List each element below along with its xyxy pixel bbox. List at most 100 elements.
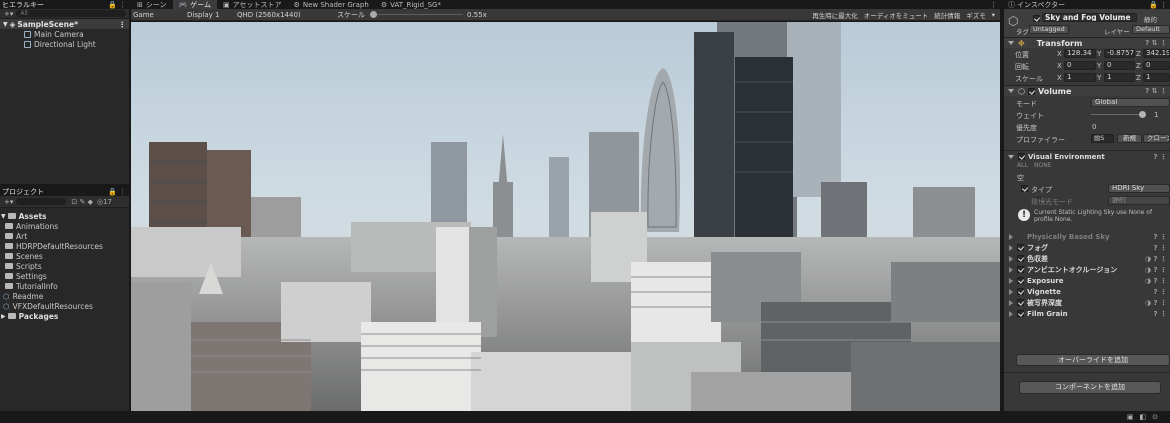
override-menu-icon[interactable]: ◑ ? ⋮ — [1145, 299, 1170, 307]
add-icon[interactable]: +▾ — [4, 198, 13, 206]
volume-enabled-checkbox[interactable] — [1027, 87, 1035, 95]
add-component-button[interactable]: コンポーネントを追加 — [1019, 381, 1161, 394]
profile-field[interactable]: ▤S — [1091, 134, 1114, 143]
tab-vat-rigid-sg[interactable]: ⚙ VAT_Rigid_SG* — [375, 0, 447, 9]
mode-dropdown[interactable]: Global — [1091, 98, 1170, 107]
panel-menu-icon[interactable]: 🔒 ⋮ — [108, 1, 129, 9]
folder-art[interactable]: Art — [0, 231, 129, 241]
game-view[interactable] — [131, 22, 1004, 411]
folder-tutorial-info[interactable]: TutorialInfo — [0, 281, 129, 291]
maximize-on-play-toggle[interactable]: 再生時に最大化 — [809, 10, 861, 20]
add-override-button[interactable]: オーバーライドを追加 — [1016, 354, 1170, 366]
folder-scripts[interactable]: Scripts — [0, 261, 129, 271]
chevron-down-icon[interactable]: ▾ — [989, 11, 998, 19]
override-checkbox[interactable] — [1017, 310, 1024, 317]
rotation-y-field[interactable]: 0 — [1104, 61, 1135, 70]
chevron-down-icon[interactable]: ▼ — [3, 21, 8, 28]
project-tab[interactable]: プロジェクト 🔒 ⋮ — [0, 187, 129, 196]
scale-z-field[interactable]: 1 — [1143, 73, 1170, 82]
component-menu-icon[interactable]: ? ⇅ ⋮ — [1145, 87, 1170, 95]
chevron-right-icon[interactable] — [1009, 299, 1013, 306]
override-checkbox[interactable] — [1017, 244, 1024, 251]
override-physically-based-sky[interactable]: Physically Based Sky ? ⋮ — [1004, 231, 1170, 242]
hierarchy-search[interactable]: +▾ All — [0, 9, 129, 19]
inspector-tab[interactable]: ⓘ インスペクター 🔒 ⋮ — [1004, 0, 1170, 9]
static-toggle[interactable]: 静的 — [1144, 14, 1157, 24]
slider-thumb[interactable] — [370, 11, 377, 18]
override-checkbox[interactable] — [1017, 299, 1024, 306]
hierarchy-item-main-camera[interactable]: Main Camera — [0, 29, 129, 39]
position-x-field[interactable]: 128.34 — [1064, 49, 1096, 58]
weight-slider[interactable] — [1091, 110, 1146, 119]
override-checkbox[interactable] — [1017, 288, 1024, 295]
stats-toggle[interactable]: 統計情報 — [931, 10, 963, 20]
override-film-grain[interactable]: Film Grain ? ⋮ — [1004, 308, 1170, 319]
hierarchy-tab[interactable]: ヒエラルキー 🔒 ⋮ — [0, 0, 129, 9]
priority-value[interactable]: 0 — [1092, 123, 1096, 131]
chevron-right-icon[interactable] — [1009, 288, 1013, 295]
tab-scene[interactable]: ⊞ シーン — [131, 0, 173, 9]
scene-item[interactable]: ▼ ◈ SampleScene* ⋮ — [0, 19, 129, 29]
resolution-dropdown[interactable]: QHD (2560x1440) — [237, 11, 337, 19]
chevron-right-icon[interactable] — [1009, 255, 1013, 262]
volume-header[interactable]: ⬡ Volume ? ⇅ ⋮ — [1004, 85, 1170, 96]
folder-assets[interactable]: ▼ Assets — [0, 211, 129, 221]
sky-type-dropdown[interactable]: HDRI Sky — [1108, 184, 1170, 193]
status-icons[interactable]: ▣◧⊙ — [1127, 413, 1170, 421]
gizmos-dropdown[interactable]: ギズモ — [963, 10, 989, 20]
override-checkbox[interactable] — [1017, 255, 1024, 262]
game-mode-dropdown[interactable]: Game — [131, 11, 187, 19]
chevron-right-icon[interactable]: ▶ — [1, 313, 6, 320]
chevron-right-icon[interactable] — [1009, 277, 1013, 284]
project-search-input[interactable] — [16, 198, 67, 205]
visual-environment-header[interactable]: Visual Environment ? ⋮ — [1004, 151, 1170, 162]
profile-clone-button[interactable]: クローン — [1143, 134, 1170, 143]
folder-scenes[interactable]: Scenes — [0, 251, 129, 261]
folder-hdrp-default-resources[interactable]: HDRPDefaultResources — [0, 241, 129, 251]
sky-type-override-checkbox[interactable] — [1021, 185, 1028, 192]
override-menu-icon[interactable]: ? ⋮ — [1154, 288, 1170, 296]
override-vignette[interactable]: Vignette ? ⋮ — [1004, 286, 1170, 297]
scene-menu-icon[interactable]: ⋮ — [119, 20, 130, 29]
override-chromatic-aberration[interactable]: 色収差 ◑ ? ⋮ — [1004, 253, 1170, 264]
weight-value[interactable]: 1 — [1154, 111, 1158, 119]
chevron-right-icon[interactable] — [1009, 244, 1013, 251]
tab-menu-icon[interactable]: ⋮ — [990, 1, 1000, 9]
scale-x-field[interactable]: 1 — [1064, 73, 1096, 82]
chevron-down-icon[interactable] — [1008, 89, 1014, 93]
rotation-z-field[interactable]: 0 — [1143, 61, 1170, 70]
profile-new-button[interactable]: 新規 — [1117, 134, 1142, 143]
position-y-field[interactable]: -0.8757 — [1104, 49, 1135, 58]
panel-menu-icon[interactable]: 🔒 ⋮ — [108, 188, 129, 196]
override-ambient-occlusion[interactable]: アンビエントオクルージョン ◑ ? ⋮ — [1004, 264, 1170, 275]
override-menu-icon[interactable]: ? ⋮ — [1154, 153, 1170, 161]
filter-icons[interactable]: ⊡ ✎ ◆ — [71, 198, 93, 206]
all-toggle[interactable]: ALL — [1017, 162, 1028, 169]
tag-dropdown[interactable]: Untagged — [1029, 25, 1069, 34]
override-menu-icon[interactable]: ? ⋮ — [1154, 233, 1170, 241]
position-z-field[interactable]: 342.19 — [1143, 49, 1170, 58]
folder-packages[interactable]: ▶ Packages — [0, 311, 129, 321]
component-menu-icon[interactable]: ? ⇅ ⋮ — [1145, 39, 1170, 47]
ambient-mode-dropdown[interactable]: 静的 — [1108, 196, 1170, 205]
override-menu-icon[interactable]: ◑ ? ⋮ — [1145, 277, 1170, 285]
chevron-right-icon[interactable] — [1009, 266, 1013, 273]
add-icon[interactable]: +▾ — [4, 10, 13, 18]
visual-environment-checkbox[interactable] — [1018, 153, 1025, 160]
none-toggle[interactable]: NONE — [1034, 162, 1052, 169]
tab-new-shader-graph[interactable]: ⚙ New Shader Graph — [288, 0, 375, 9]
tab-asset-store[interactable]: ▣ アセットストア — [217, 0, 288, 9]
active-checkbox[interactable] — [1033, 15, 1040, 22]
chevron-right-icon[interactable] — [1009, 310, 1013, 317]
project-search[interactable]: +▾ ⊡ ✎ ◆ ◎ 17 — [0, 196, 129, 208]
slider-thumb[interactable] — [1139, 111, 1146, 118]
rotation-x-field[interactable]: 0 — [1064, 61, 1096, 70]
chevron-down-icon[interactable]: ▼ — [1, 213, 6, 220]
override-menu-icon[interactable]: ◑ ? ⋮ — [1145, 255, 1170, 263]
override-menu-icon[interactable]: ? ⋮ — [1154, 244, 1170, 252]
scale-y-field[interactable]: 1 — [1104, 73, 1135, 82]
mute-audio-toggle[interactable]: オーディオをミュート — [861, 10, 932, 20]
override-menu-icon[interactable]: ? ⋮ — [1154, 310, 1170, 318]
panel-menu-icon[interactable]: 🔒 ⋮ — [1149, 1, 1170, 9]
chevron-down-icon[interactable] — [1008, 154, 1014, 159]
